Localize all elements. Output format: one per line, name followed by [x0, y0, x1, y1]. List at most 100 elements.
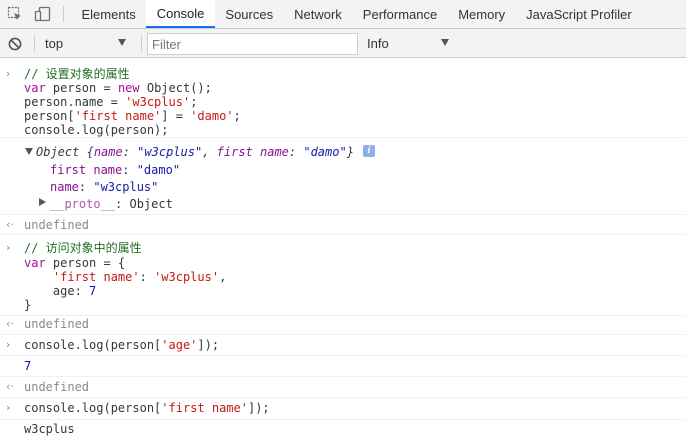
code-comment: // 设置对象的属性	[24, 67, 130, 81]
code-text: :	[139, 270, 155, 284]
code-line: var person = new Object();	[24, 81, 212, 95]
filter-divider	[141, 35, 142, 52]
object-property: first name: "damo"	[50, 163, 180, 177]
device-toolbar-icon[interactable]	[30, 0, 56, 28]
devtools-tabbar: Elements Console Sources Network Perform…	[0, 0, 686, 29]
log-value: w3cplus	[24, 422, 75, 436]
code-text: person =	[45, 81, 118, 95]
console-input-entry: › // 访问对象中的属性 var person = { 'first name…	[0, 236, 686, 316]
code-line: // 设置对象的属性	[24, 67, 130, 81]
property-key: __proto__	[50, 197, 116, 211]
context-selector[interactable]: top	[45, 35, 135, 53]
property-key: name	[93, 145, 123, 159]
tab-javascript-profiler[interactable]: JavaScript Profiler	[516, 0, 642, 28]
code-line: person['first name'] = 'damo';	[24, 109, 241, 123]
tab-memory[interactable]: Memory	[448, 0, 516, 28]
console-log-entry: 7	[0, 357, 686, 377]
code-line: }	[24, 298, 31, 312]
prompt-chevron-icon: ›	[6, 401, 11, 414]
code-text: console.log(person[	[24, 338, 162, 352]
code-number: 7	[89, 284, 97, 298]
result-value: undefined	[24, 218, 90, 232]
code-keyword: var	[24, 81, 46, 95]
chevron-down-icon	[441, 39, 449, 46]
code-line: person.name = 'w3cplus';	[24, 95, 197, 109]
code-text: ]);	[247, 401, 270, 415]
property-value: "w3cplus"	[93, 180, 159, 194]
expand-triangle-icon[interactable]	[25, 148, 33, 155]
code-line: console.log(person['age']);	[24, 338, 219, 352]
tab-network[interactable]: Network	[284, 0, 353, 28]
info-icon[interactable]: i	[363, 145, 375, 157]
tab-sources[interactable]: Sources	[215, 0, 284, 28]
code-text: person[	[24, 109, 75, 123]
code-string: 'w3cplus'	[154, 270, 220, 284]
object-preview[interactable]: Object {name: "w3cplus", first name: "da…	[36, 145, 354, 159]
code-string: 'first name'	[161, 401, 248, 415]
console-result-entry: ‹· undefined	[0, 216, 686, 235]
level-value: Info	[367, 36, 389, 51]
code-text: ]);	[197, 338, 220, 352]
clear-console-icon[interactable]	[8, 37, 22, 51]
chevron-down-icon	[118, 39, 126, 46]
property-value: "w3cplus"	[137, 145, 203, 159]
log-level-selector[interactable]: Info	[367, 35, 457, 53]
code-string: 'first name'	[52, 270, 140, 284]
code-text: Object();	[139, 81, 212, 95]
code-text: :	[78, 180, 94, 194]
code-text: ;	[190, 95, 198, 109]
prompt-chevron-icon: ›	[6, 67, 11, 80]
code-line: console.log(person['first name']);	[24, 401, 270, 415]
property-key: first name	[216, 145, 289, 159]
object-property[interactable]: __proto__: Object	[50, 197, 173, 211]
code-line: console.log(person);	[24, 123, 169, 137]
toolbar-divider	[63, 6, 64, 22]
property-value: "damo"	[136, 163, 181, 177]
code-text: }	[346, 145, 354, 159]
code-text: {	[79, 145, 94, 159]
log-value: 7	[24, 359, 32, 373]
property-value: : Object	[115, 197, 173, 211]
result-arrow-icon: ‹·	[6, 317, 14, 330]
console-log-entry: Object {name: "w3cplus", first name: "da…	[0, 139, 686, 215]
result-value: undefined	[24, 317, 90, 331]
tab-performance[interactable]: Performance	[352, 0, 447, 28]
object-property: name: "w3cplus"	[50, 180, 158, 194]
code-text: ] =	[161, 109, 191, 123]
filter-input[interactable]	[147, 33, 358, 55]
expand-triangle-icon[interactable]	[39, 198, 46, 206]
code-line: // 访问对象中的属性	[24, 241, 142, 255]
code-line: 'first name': 'w3cplus',	[24, 270, 226, 284]
console-result-entry: ‹· undefined	[0, 317, 686, 335]
code-line: age: 7	[24, 284, 96, 298]
code-text: ,	[219, 270, 227, 284]
prompt-chevron-icon: ›	[6, 241, 11, 254]
filter-divider	[34, 35, 35, 52]
prompt-chevron-icon: ›	[6, 338, 11, 351]
code-keyword: new	[117, 81, 140, 95]
code-text: console.log(person);	[24, 123, 169, 137]
tab-elements[interactable]: Elements	[71, 0, 146, 28]
code-comment: // 访问对象中的属性	[24, 241, 142, 255]
console-input-entry: › console.log(person['first name']);	[0, 399, 686, 420]
console-result-entry: ‹· undefined	[0, 378, 686, 398]
code-keyword: var	[24, 256, 46, 270]
code-string: 'damo'	[190, 109, 234, 123]
code-string: 'age'	[161, 338, 198, 352]
result-value: undefined	[24, 380, 90, 394]
property-value: "damo"	[303, 145, 347, 159]
property-key: name	[50, 180, 79, 194]
context-value: top	[45, 36, 64, 51]
property-key: first name	[50, 163, 123, 177]
console-log-entry: w3cplus	[0, 421, 686, 439]
code-string: 'first name'	[74, 109, 162, 123]
console-input-entry: › // 设置对象的属性 var person = new Object(); …	[0, 59, 686, 138]
result-arrow-icon: ‹·	[6, 218, 14, 231]
object-type: Object	[36, 145, 80, 159]
code-text: person = {	[45, 256, 126, 270]
tab-console[interactable]: Console	[146, 0, 215, 28]
inspect-element-icon[interactable]	[0, 0, 30, 28]
console-input-entry: › console.log(person['age']);	[0, 336, 686, 356]
code-text: person.name =	[24, 95, 126, 109]
